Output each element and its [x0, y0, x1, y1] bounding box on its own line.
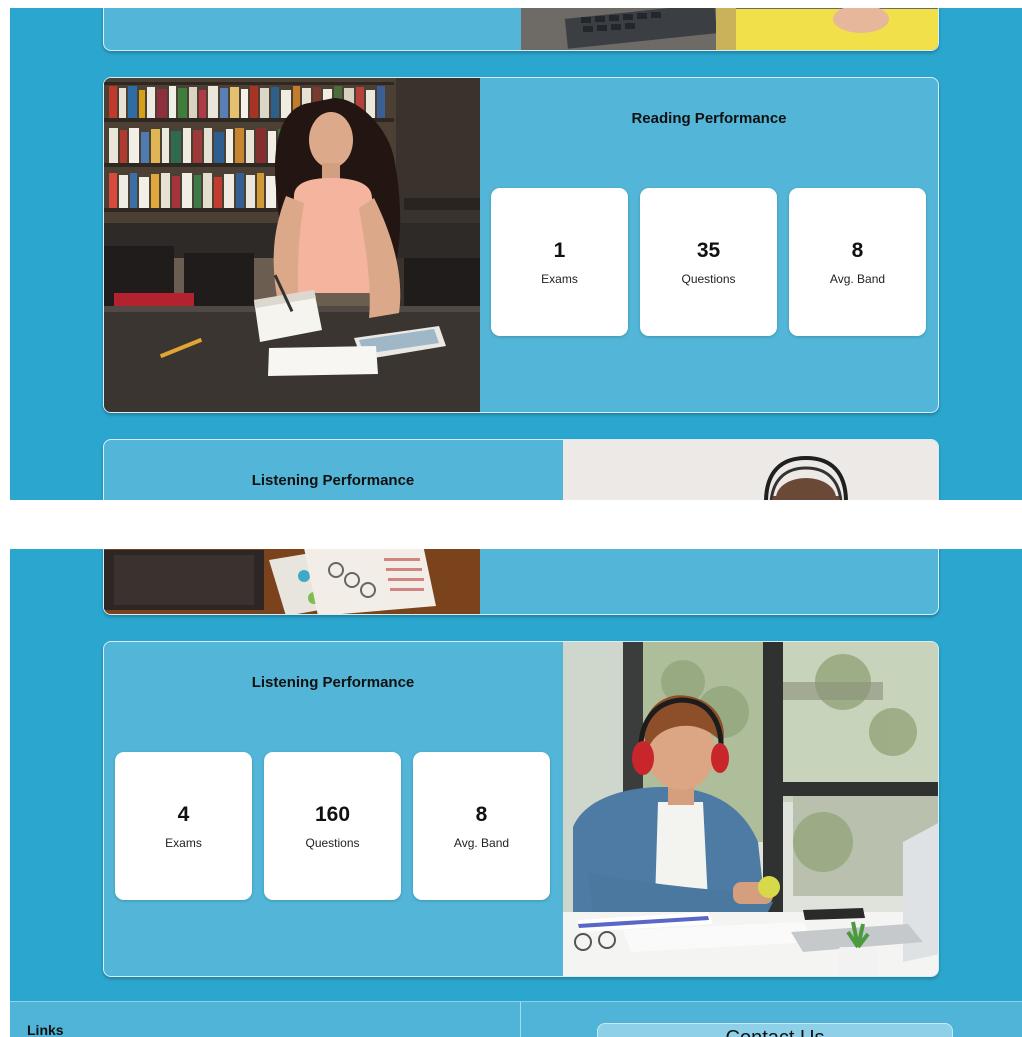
listening-title: Listening Performance	[251, 674, 415, 691]
stat-label: Avg. Band	[829, 271, 886, 286]
previous-card-photo	[521, 8, 938, 50]
previous-desk-photo	[104, 549, 480, 614]
stat-value: 35	[696, 238, 721, 262]
listening-preview-photo	[563, 440, 938, 500]
listening-preview-title: Listening Performance	[251, 472, 415, 489]
listening-questions-stat: 160 Questions	[264, 752, 401, 900]
reading-band-stat: 8 Avg. Band	[789, 188, 926, 336]
screenshot-bottom-section: Listening Performance 4 Exams 160 Questi…	[10, 549, 1022, 1037]
reading-performance-card: Reading Performance 1 Exams 35 Questions…	[103, 77, 939, 413]
stat-label: Avg. Band	[453, 835, 510, 850]
listening-performance-card: Listening Performance 4 Exams 160 Questi…	[103, 641, 939, 977]
previous-writing-card	[103, 549, 939, 615]
footer-divider	[520, 1002, 521, 1037]
stat-value: 1	[553, 238, 566, 262]
footer-links-heading: Links	[27, 1022, 64, 1037]
listening-exams-stat: 4 Exams	[115, 752, 252, 900]
reading-student-photo	[104, 78, 480, 412]
reading-questions-stat: 35 Questions	[640, 188, 777, 336]
contact-us-button[interactable]: Contact Us	[597, 1023, 953, 1037]
listening-student-photo	[563, 642, 938, 976]
stat-label: Exams	[165, 835, 202, 850]
listening-preview-card: Listening Performance	[103, 439, 939, 500]
site-footer: Links Contact Us	[10, 1001, 1022, 1037]
stat-label: Questions	[305, 835, 360, 850]
stat-label: Questions	[681, 271, 736, 286]
stat-value: 4	[177, 802, 190, 826]
reading-exams-stat: 1 Exams	[491, 188, 628, 336]
previous-performance-card	[103, 8, 939, 51]
stat-value: 8	[475, 802, 488, 826]
screenshot-top-section: Reading Performance 1 Exams 35 Questions…	[10, 8, 1022, 500]
stat-value: 8	[851, 238, 864, 262]
stat-label: Exams	[541, 271, 578, 286]
stat-value: 160	[314, 802, 351, 826]
listening-band-stat: 8 Avg. Band	[413, 752, 550, 900]
reading-title: Reading Performance	[631, 110, 787, 127]
